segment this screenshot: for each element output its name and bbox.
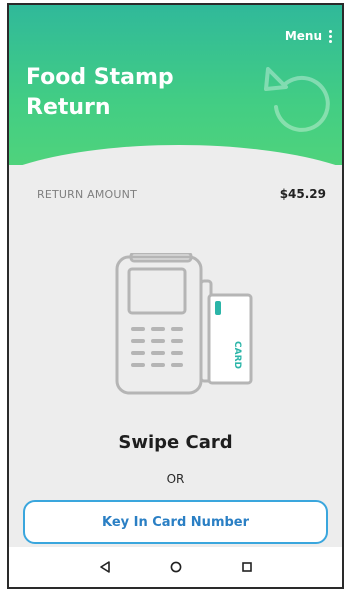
swipe-card-title: Swipe Card — [118, 432, 233, 453]
card-label: CARD — [232, 341, 242, 369]
menu-label: Menu — [284, 29, 322, 43]
card-terminal-icon: CARD — [115, 253, 253, 395]
nav-home-icon — [170, 561, 181, 573]
page-title: Food Stamp Return — [26, 65, 174, 120]
menu-button[interactable]: Menu — [285, 29, 332, 43]
nav-back-icon — [99, 561, 110, 573]
return-amount-label: RETURN AMOUNT — [37, 187, 138, 201]
nav-home-button[interactable] — [166, 557, 186, 577]
nav-back-button[interactable] — [95, 557, 115, 577]
return-amount-value: $45.29 — [279, 187, 326, 201]
header-banner: Menu Food Stamp Return — [9, 5, 342, 165]
device-screen: Menu Food Stamp Return RETURN AMOUNT $45… — [7, 3, 344, 589]
kebab-menu-icon — [329, 29, 332, 43]
nav-recents-icon — [241, 562, 252, 572]
or-separator: OR — [166, 472, 185, 486]
nav-recents-button[interactable] — [237, 557, 257, 577]
return-arrow-icon — [264, 67, 330, 132]
return-amount-row: RETURN AMOUNT $45.29 — [37, 187, 326, 201]
header-curve — [9, 145, 342, 165]
key-in-card-number-button[interactable]: Key In Card Number — [23, 500, 328, 544]
android-nav-bar — [9, 547, 342, 587]
